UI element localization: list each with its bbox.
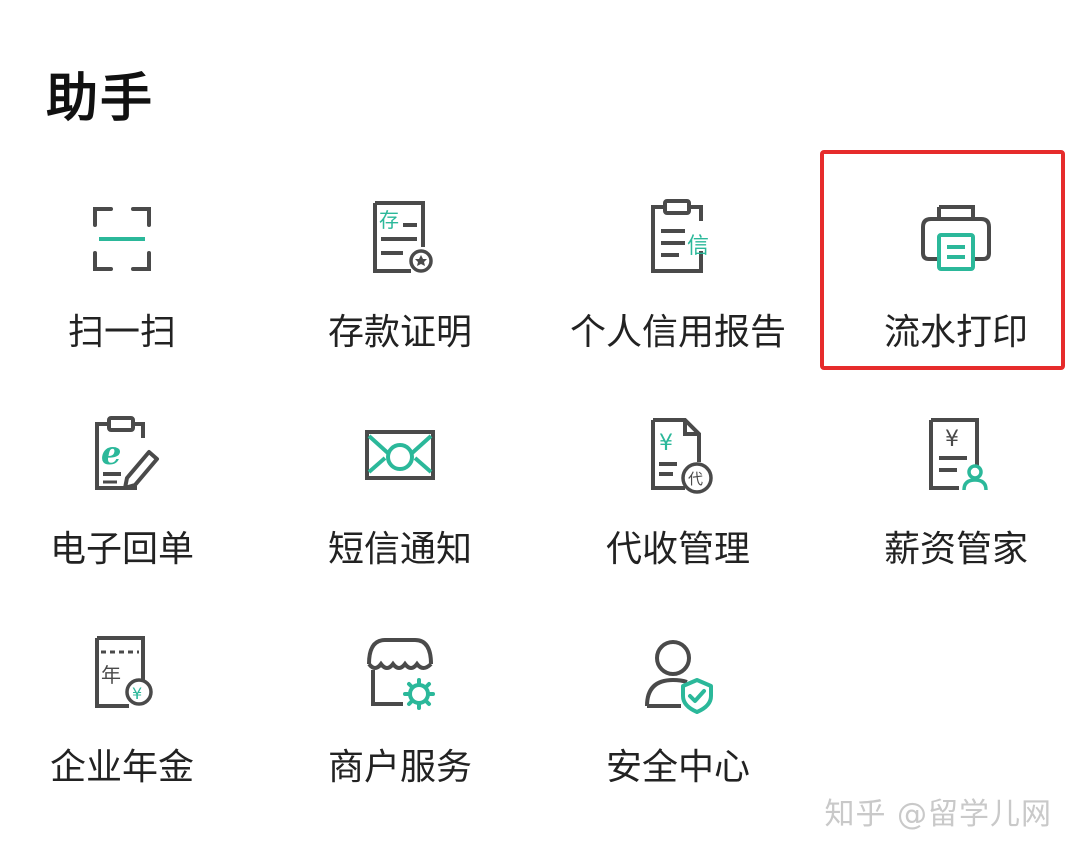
grid-item-printer[interactable]: 流水打印	[826, 195, 1080, 395]
svg-text:¥: ¥	[945, 427, 959, 452]
grid-item-label: 代收管理	[605, 529, 750, 570]
grid-item-credit-report[interactable]: 信 个人信用报告	[548, 195, 808, 395]
enterprise-annuity-icon: 年 ¥	[77, 630, 167, 720]
svg-text:存: 存	[379, 208, 399, 232]
grid-item-label: 薪资管家	[883, 529, 1028, 570]
sms-envelope-icon	[355, 412, 445, 502]
grid-item-merchant[interactable]: 商户服务	[270, 630, 530, 830]
grid-item-collection[interactable]: ¥ 代 代收管理	[548, 412, 808, 612]
grid-item-sms[interactable]: 短信通知	[270, 412, 530, 612]
svg-text:e: e	[101, 434, 121, 472]
scan-icon	[77, 195, 167, 285]
salary-manager-icon: ¥	[911, 412, 1001, 502]
svg-text:代: 代	[688, 470, 703, 488]
printer-icon	[911, 195, 1001, 285]
svg-text:¥: ¥	[659, 431, 673, 456]
grid-item-label: 企业年金	[49, 747, 194, 788]
grid-item-salary[interactable]: ¥ 薪资管家	[826, 412, 1080, 612]
grid-item-label: 个人信用报告	[569, 312, 786, 353]
grid-item-label: 商户服务	[327, 747, 472, 788]
security-center-icon	[633, 630, 723, 720]
page-title: 助手	[46, 69, 155, 129]
e-receipt-icon: e	[77, 412, 167, 502]
grid-item-scan[interactable]: 扫一扫	[0, 195, 252, 395]
svg-text:年: 年	[101, 663, 121, 687]
credit-report-icon: 信	[633, 195, 723, 285]
svg-text:¥: ¥	[132, 684, 142, 703]
grid-item-annuity[interactable]: 年 ¥ 企业年金	[0, 630, 252, 830]
merchant-service-icon	[355, 630, 445, 720]
grid-item-label: 流水打印	[883, 312, 1028, 353]
grid-item-label: 短信通知	[327, 529, 472, 570]
collection-management-icon: ¥ 代	[633, 412, 723, 502]
grid-item-e-receipt[interactable]: e 电子回单	[0, 412, 252, 612]
grid-item-deposit-certificate[interactable]: 存 存款证明	[270, 195, 530, 395]
grid-item-label: 安全中心	[605, 747, 750, 788]
grid-item-label: 存款证明	[327, 312, 472, 353]
grid-item-label: 扫一扫	[67, 312, 176, 353]
svg-text:信: 信	[687, 234, 709, 259]
deposit-certificate-icon: 存	[355, 195, 445, 285]
grid-item-security[interactable]: 安全中心	[548, 630, 808, 830]
watermark: 知乎 @留学儿网	[824, 797, 1052, 832]
grid-item-label: 电子回单	[49, 529, 194, 570]
